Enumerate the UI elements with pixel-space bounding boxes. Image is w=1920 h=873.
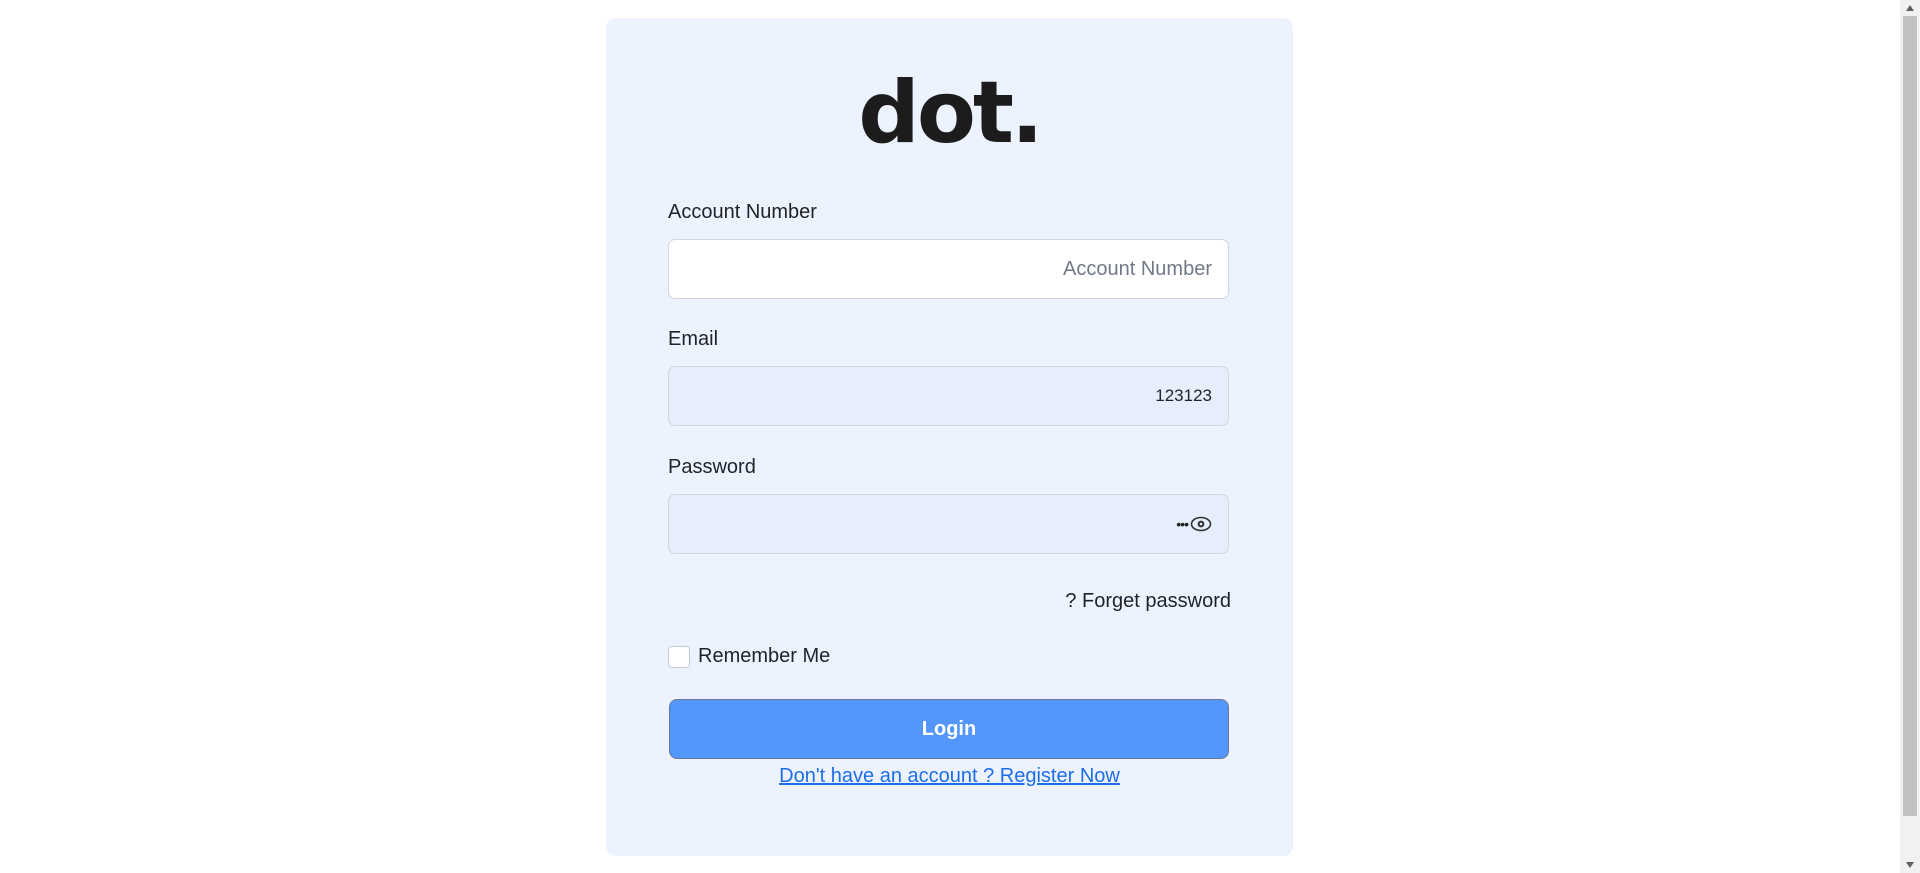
eye-icon[interactable] (1190, 516, 1212, 532)
scroll-down-arrow-icon[interactable] (1900, 857, 1920, 873)
account-number-label: Account Number (668, 201, 817, 223)
scroll-up-arrow-icon[interactable] (1900, 0, 1920, 16)
brand-logo: dot. (858, 63, 1043, 163)
forgot-password-link[interactable]: ? Forget password (1065, 590, 1231, 613)
register-link[interactable]: Don't have an account ? Register Now (606, 765, 1293, 788)
vertical-scrollbar[interactable] (1900, 0, 1920, 873)
account-number-field[interactable] (668, 239, 1229, 299)
password-masked-value[interactable]: ••• (1176, 516, 1189, 532)
scrollbar-thumb[interactable] (1903, 16, 1917, 816)
account-number-input[interactable] (669, 240, 1212, 298)
email-input-value[interactable]: 123123 (1155, 386, 1212, 406)
login-page: dot. Account Number Email 123123 Passwor… (0, 0, 1920, 873)
remember-me-checkbox[interactable] (668, 645, 690, 668)
password-field[interactable]: ••• (668, 494, 1229, 554)
remember-me[interactable]: Remember Me (668, 645, 830, 668)
login-button[interactable]: Login (669, 699, 1229, 759)
remember-me-label[interactable]: Remember Me (698, 645, 830, 668)
login-card: dot. Account Number Email 123123 Passwor… (606, 18, 1293, 856)
password-label: Password (668, 456, 756, 478)
email-field[interactable]: 123123 (668, 366, 1229, 426)
email-label: Email (668, 328, 719, 350)
register-link-text[interactable]: Don't have an account ? Register Now (779, 765, 1120, 787)
